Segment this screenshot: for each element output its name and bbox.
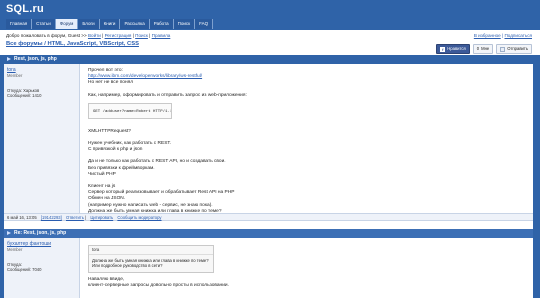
quote-block: tora Должна же быть умная книжка или гла… bbox=[88, 245, 214, 273]
code-text: GET /adduser?name=Robert HTTP/1.1 bbox=[93, 109, 172, 114]
nav-item-forum[interactable]: Форум bbox=[55, 19, 79, 29]
reply-title-bar: Re: Rest, json, js, php bbox=[4, 229, 536, 238]
post-id-link[interactable]: [19142293] bbox=[41, 215, 62, 220]
post-author-panel: tora Member Откуда: Харьков Сообщений: 1… bbox=[4, 64, 80, 213]
arrow-icon bbox=[7, 231, 11, 235]
post-body: tora Должна же быть умная книжка или гла… bbox=[82, 239, 532, 291]
breadcrumb-path[interactable]: Все форумы / HTML, JavaScript, VBScript,… bbox=[6, 41, 139, 47]
nav-item-books[interactable]: Книги bbox=[99, 19, 121, 29]
nav-item-faq[interactable]: FAQ bbox=[195, 19, 214, 29]
search-link[interactable]: Поиск bbox=[135, 33, 148, 38]
post-text: Как, например, оформировать и отправить … bbox=[88, 92, 247, 98]
social-buttons: f Нравится 0 Мне Отправить bbox=[436, 44, 532, 54]
post-author-panel: бухалтер фантоши Member Откуда: Сообщени… bbox=[4, 238, 80, 298]
post-date: 6 май 16, 13:05 bbox=[7, 215, 37, 220]
share-icon bbox=[500, 46, 506, 52]
nav-item-home[interactable]: Главная bbox=[6, 19, 33, 29]
thread-title-bar: Rest, json, js, php bbox=[4, 55, 536, 64]
author-messages: Сообщений: 7040 bbox=[7, 267, 42, 272]
forum-page: SQL.ru Главная Статьи Форум Блоги Книги … bbox=[0, 0, 540, 298]
report-link[interactable]: Сообщить модератору bbox=[117, 215, 161, 220]
content-frame: Rest, json, js, php tora Member Откуда: … bbox=[0, 55, 540, 298]
welcome-text: Добро пожаловать в форум, Guest >> bbox=[6, 33, 87, 38]
quote-author: tora bbox=[89, 246, 213, 256]
breadcrumb: Все форумы / HTML, JavaScript, VBScript,… bbox=[6, 41, 139, 47]
post-body: Прочел вот это: http://www.ibm.com/devel… bbox=[82, 66, 532, 223]
site-header: SQL.ru Главная Статьи Форум Блоги Книги … bbox=[0, 0, 540, 30]
facebook-like-button[interactable]: f Нравится bbox=[436, 44, 470, 54]
site-logo[interactable]: SQL.ru bbox=[6, 3, 44, 15]
nav-item-mailing[interactable]: Рассылка bbox=[120, 19, 150, 29]
share-label: Отправить bbox=[507, 46, 528, 51]
post-footer: 6 май 16, 13:05 [19142293] Ответить | Ци… bbox=[4, 213, 536, 221]
vk-like-button[interactable]: 0 Мне bbox=[472, 44, 494, 54]
welcome-line: Добро пожаловать в форум, Guest >> Войти… bbox=[6, 33, 171, 38]
facebook-icon: f bbox=[440, 46, 446, 52]
subscribe-link[interactable]: Подписаться bbox=[504, 33, 532, 38]
thread-container: Rest, json, js, php tora Member Откуда: … bbox=[4, 55, 536, 298]
login-link[interactable]: Войти bbox=[88, 33, 101, 38]
author-status: Member bbox=[7, 247, 23, 252]
post-text: клиент-серверные запросы довольно просты… bbox=[88, 282, 229, 288]
reply-link[interactable]: Ответить bbox=[66, 215, 84, 220]
main-nav: Главная Статьи Форум Блоги Книги Рассылк… bbox=[6, 19, 214, 29]
vk-like-label: Мне bbox=[481, 46, 490, 51]
favorites-link[interactable]: В избранное bbox=[474, 33, 501, 38]
facebook-like-label: Нравится bbox=[447, 46, 466, 51]
author-status: Member bbox=[7, 73, 23, 78]
nav-item-search[interactable]: Поиск bbox=[173, 19, 196, 29]
share-button[interactable]: Отправить bbox=[496, 44, 532, 54]
code-block: GET /adduser?name=Robert HTTP/1.1 bbox=[88, 102, 172, 119]
arrow-icon bbox=[7, 57, 11, 61]
quote-link[interactable]: Цитировать bbox=[90, 215, 113, 220]
quote-line: Или подробное руководство в сети? bbox=[92, 263, 163, 269]
vk-like-count: 0 bbox=[476, 46, 480, 51]
thread-title: Rest, json, js, php bbox=[14, 56, 57, 62]
nav-item-blogs[interactable]: Блоги bbox=[78, 19, 100, 29]
author-messages: Сообщений: 1410 bbox=[7, 93, 42, 98]
reply-title: Re: Rest, json, js, php bbox=[14, 230, 67, 236]
nav-item-articles[interactable]: Статьи bbox=[32, 19, 56, 29]
quote-text: Должна же быть умная книжка или глава в … bbox=[89, 255, 213, 271]
nav-item-jobs[interactable]: Работа bbox=[149, 19, 174, 29]
top-links: В избранное | Подписаться bbox=[473, 33, 532, 38]
rules-link[interactable]: Правила bbox=[152, 33, 171, 38]
frame-edge bbox=[533, 55, 536, 298]
register-link[interactable]: Регистрация bbox=[105, 33, 132, 38]
